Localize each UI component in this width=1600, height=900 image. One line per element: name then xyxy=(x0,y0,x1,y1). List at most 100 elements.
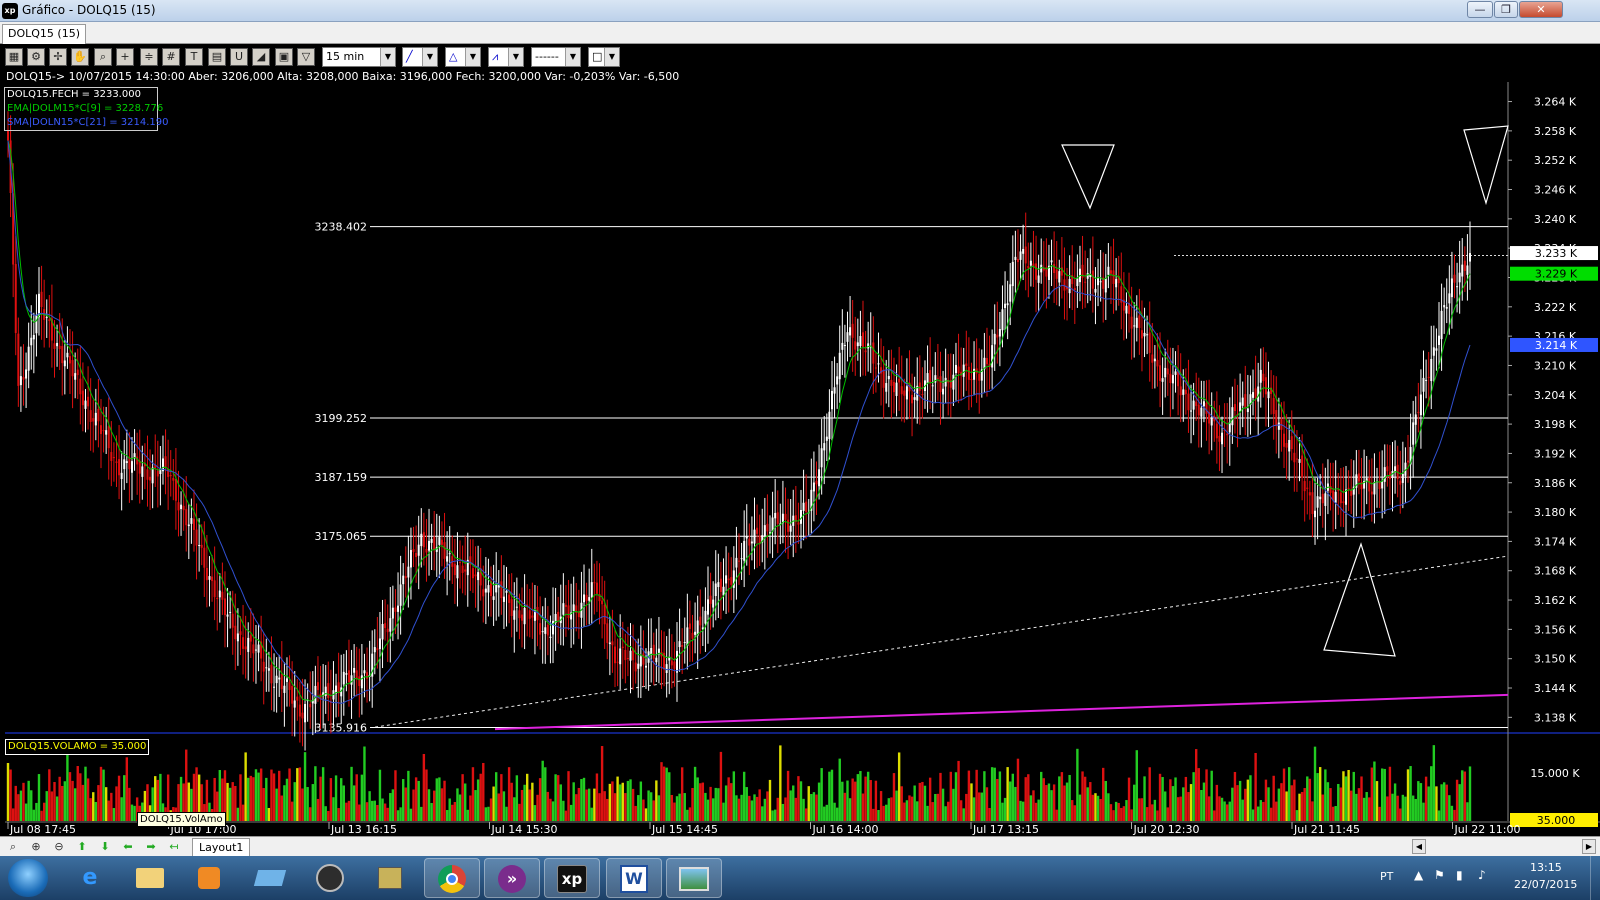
show-hidden-icons-icon[interactable]: ▲ xyxy=(1414,868,1423,882)
price-tick-label: 3.180 K xyxy=(1534,506,1577,519)
volume-bar xyxy=(309,807,312,821)
candle-body xyxy=(76,369,79,376)
volume-bar xyxy=(975,769,978,821)
volume-bar xyxy=(252,777,255,821)
volume-bar xyxy=(562,800,565,821)
candle-body xyxy=(843,345,846,347)
candle-body xyxy=(1024,246,1027,264)
volume-bar xyxy=(528,789,531,821)
volume-bar xyxy=(1009,781,1012,821)
volume-bar xyxy=(479,773,482,821)
volume-bar xyxy=(1256,806,1260,821)
ie-icon[interactable]: e xyxy=(62,858,118,898)
candle-body xyxy=(386,628,389,633)
volume-bar xyxy=(371,800,374,821)
candle-body xyxy=(407,566,410,578)
candle-body xyxy=(841,342,844,350)
scroll-left-button[interactable]: ◀ xyxy=(1412,839,1426,854)
volume-bar xyxy=(1435,786,1438,821)
volume-bar xyxy=(1029,795,1033,821)
windows-taskbar: e » xp W PT ▲ ⚑ ▮ ♪ 13:15 22/07/2015 xyxy=(0,856,1600,900)
volume-bar xyxy=(551,801,555,821)
candle-body xyxy=(195,529,198,546)
volume-bar xyxy=(954,772,958,821)
volume-bar xyxy=(1280,783,1283,821)
chrome-icon[interactable] xyxy=(424,858,480,898)
language-indicator[interactable]: PT xyxy=(1380,870,1393,883)
zoom-out-icon[interactable]: ⊖ xyxy=(51,839,67,854)
volume-bar xyxy=(972,797,976,821)
candle-body xyxy=(557,611,560,622)
candle-body xyxy=(699,616,702,626)
volume-bar xyxy=(936,793,940,821)
explorer-icon[interactable] xyxy=(122,858,178,898)
volume-bar xyxy=(123,775,126,821)
volume-bar xyxy=(1073,805,1076,821)
broker-icon[interactable]: » xyxy=(484,858,540,898)
volume-bar xyxy=(1285,791,1288,821)
volume-bar xyxy=(1373,761,1376,821)
volume-bar xyxy=(585,789,588,821)
candle-body xyxy=(911,394,914,404)
candle-body xyxy=(1306,487,1309,489)
volume-bar xyxy=(1251,809,1255,821)
volume-bar xyxy=(270,769,273,821)
zoom-in-icon[interactable]: ⊕ xyxy=(28,839,44,854)
volume-bars xyxy=(6,745,1472,821)
candle-body xyxy=(254,649,257,651)
arrow-first-icon[interactable]: ↤ xyxy=(166,839,182,854)
photo-icon[interactable] xyxy=(666,858,722,898)
arrow-down-icon[interactable]: ⬇ xyxy=(97,839,113,854)
clock-time[interactable]: 13:15 xyxy=(1530,861,1562,874)
candle-body xyxy=(350,675,353,685)
candle-body xyxy=(583,594,586,603)
candle-body xyxy=(929,370,932,384)
zoom-fit-icon[interactable]: ⌕ xyxy=(5,839,21,854)
candle-body xyxy=(931,385,934,387)
volume-bar xyxy=(247,777,250,821)
candle-body xyxy=(464,569,467,572)
volume-bar xyxy=(660,762,663,821)
chart-bottom-bar: ⌕ ⊕ ⊖ ⬆ ⬇ ⬅ ➡ ↤ Layout1 ◀ ▶ xyxy=(0,836,1600,857)
network-icon[interactable] xyxy=(242,858,298,898)
volume-bar xyxy=(249,775,253,821)
show-desktop-button[interactable] xyxy=(1590,856,1600,900)
candle-body xyxy=(40,291,43,307)
files-icon[interactable] xyxy=(362,858,418,898)
candle-body xyxy=(363,670,366,674)
flag-icon[interactable]: ⚑ xyxy=(1434,868,1445,882)
volume-bar xyxy=(494,772,498,821)
candle-body xyxy=(203,547,206,568)
candle-body xyxy=(422,532,425,548)
candle-body xyxy=(138,461,141,474)
candle-body xyxy=(882,369,885,388)
hp-icon[interactable] xyxy=(302,858,358,898)
candle-body xyxy=(1463,260,1466,271)
candle-body xyxy=(360,675,363,689)
arrow-up-icon[interactable]: ⬆ xyxy=(74,839,90,854)
candle-body xyxy=(218,590,221,598)
volume-bar xyxy=(786,770,790,821)
media-icon[interactable] xyxy=(182,858,238,898)
candle-body xyxy=(727,578,730,581)
volume-bar xyxy=(745,787,748,821)
tab-layout1[interactable]: Layout1 xyxy=(192,838,251,857)
volume-bar xyxy=(1355,793,1358,821)
candle-body xyxy=(448,553,451,555)
volume-bar xyxy=(484,807,488,821)
arrow-left-icon[interactable]: ⬅ xyxy=(120,839,136,854)
candle-body xyxy=(756,527,759,534)
xp-icon[interactable]: xp xyxy=(544,858,600,898)
arrow-right-icon[interactable]: ➡ xyxy=(143,839,159,854)
signal-icon[interactable]: ▮ xyxy=(1456,868,1463,882)
clock-date[interactable]: 22/07/2015 xyxy=(1514,878,1577,891)
scroll-right-button[interactable]: ▶ xyxy=(1582,839,1596,854)
start-button[interactable] xyxy=(8,859,48,897)
candle-body xyxy=(1205,402,1208,414)
word-icon[interactable]: W xyxy=(606,858,662,898)
volume-bar xyxy=(1194,749,1198,821)
volume-bar xyxy=(19,790,23,821)
volume-icon[interactable]: ♪ xyxy=(1478,868,1486,882)
volume-bar xyxy=(35,802,38,821)
price-chart[interactable]: 3238.4023199.2523187.1593175.0653135.916… xyxy=(0,0,1600,900)
